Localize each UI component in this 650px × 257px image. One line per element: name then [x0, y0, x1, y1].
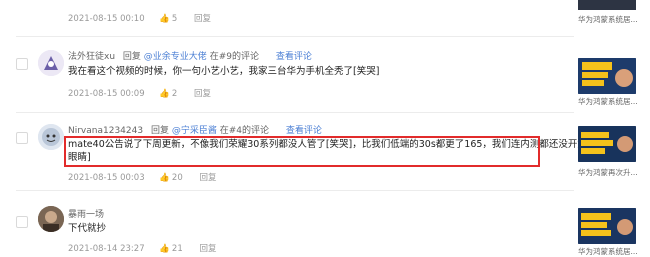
thumbs-up-icon[interactable]: 👍 [159, 14, 170, 24]
reply-word: 回复 [150, 126, 169, 136]
comment-meta: 法外狂徒xu 回复 @业余专业大佬 在#9的评论 查看评论 [68, 49, 312, 62]
reply-button[interactable]: 回复 [199, 173, 216, 183]
comment-info: 2021-08-14 23:27 👍 21 回复 [68, 242, 216, 254]
comment-date: 2021-08-15 00:03 [68, 173, 145, 183]
comment-checkbox[interactable] [16, 58, 28, 70]
avatar[interactable] [38, 50, 64, 76]
like-count: 5 [171, 14, 178, 24]
comment-date: 2021-08-15 00:09 [68, 89, 145, 99]
comment-meta: Nirvana1234243 回复 @宁采臣酱 在#4的评论 查看评论 [68, 123, 322, 136]
reply-word: 回复 [122, 52, 141, 62]
reply-target[interactable]: @宁采臣酱 [172, 126, 217, 136]
reply-button[interactable]: 回复 [194, 89, 211, 99]
divider [16, 36, 574, 37]
comment-checkbox[interactable] [16, 216, 28, 228]
comment-text: 下代就抄 [68, 223, 107, 234]
view-comment-link[interactable]: 查看评论 [286, 126, 322, 136]
username[interactable]: Nirvana1234243 [68, 126, 143, 136]
comment-text: 我在看这个视频的时候，你一句小艺小艺，我家三台华为手机全秃了[笑哭] [68, 66, 380, 77]
divider [16, 112, 574, 113]
floor-label: 在#4的评论 [219, 126, 270, 136]
reply-button[interactable]: 回复 [194, 14, 211, 24]
thumbs-up-icon[interactable]: 👍 [159, 89, 170, 99]
comment-info: 2021-08-15 00:10 👍 5 回复 [68, 12, 211, 24]
comment-meta: 暴雨一场 [68, 207, 104, 220]
comment-info: 2021-08-15 00:09 👍 2 回复 [68, 87, 211, 99]
video-thumbnail[interactable] [578, 126, 636, 162]
avatar[interactable] [38, 124, 64, 150]
thumbnail-caption[interactable]: 华为鸿蒙系统居... [578, 246, 638, 257]
reply-target[interactable]: @业余专业大佬 [144, 52, 207, 62]
username[interactable]: 法外狂徒xu [68, 52, 115, 62]
view-comment-link[interactable]: 查看评论 [276, 52, 312, 62]
thumbnail-top-partial[interactable] [578, 0, 636, 10]
like-count: 2 [171, 89, 178, 99]
thumbs-up-icon[interactable]: 👍 [159, 173, 170, 183]
divider [16, 190, 574, 191]
thumbnail-caption[interactable]: 华为鸿蒙再次升... [578, 167, 638, 178]
like-count: 20 [171, 173, 183, 183]
video-thumbnail[interactable] [578, 58, 636, 94]
comment-date: 2021-08-15 00:10 [68, 14, 145, 24]
video-thumbnail[interactable] [578, 208, 636, 244]
comment-info: 2021-08-15 00:03 👍 20 回复 [68, 171, 216, 183]
thumbnail-caption[interactable]: 华为鸿蒙系统居... [578, 14, 638, 25]
highlight-box [64, 136, 540, 167]
floor-label: 在#9的评论 [209, 52, 259, 62]
avatar[interactable] [38, 206, 64, 232]
thumbnail-caption[interactable]: 华为鸿蒙系统居... [578, 96, 638, 107]
comment-checkbox[interactable] [16, 132, 28, 144]
username[interactable]: 暴雨一场 [68, 210, 104, 220]
